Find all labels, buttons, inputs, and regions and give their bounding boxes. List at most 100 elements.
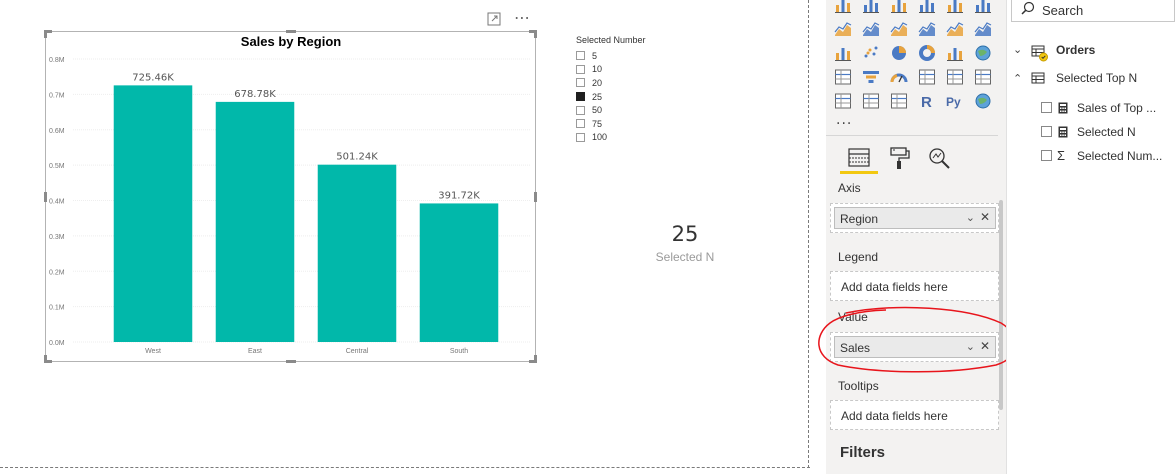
stacked-column-icon[interactable] — [862, 0, 880, 14]
resize-handle-top-right-v[interactable] — [534, 30, 537, 38]
filters-header[interactable]: Filters — [840, 444, 885, 461]
resize-handle-top-left-v[interactable] — [44, 30, 47, 38]
stacked-bar-icon[interactable] — [834, 0, 852, 14]
globe-icon[interactable] — [974, 92, 992, 110]
100-bar-icon[interactable] — [946, 0, 964, 14]
calculator-measure-icon — [1058, 126, 1068, 138]
chevron-down-icon[interactable]: ⌄ — [966, 211, 975, 224]
resize-handle-bottom-right-v[interactable] — [534, 355, 537, 363]
slicer-checkbox[interactable] — [576, 132, 585, 142]
canvas-border-right — [808, 0, 809, 468]
line-column-icon[interactable] — [918, 20, 936, 38]
slicer-item[interactable]: 10 — [576, 63, 646, 77]
gauge-icon[interactable] — [890, 68, 908, 86]
map-icon[interactable] — [974, 44, 992, 62]
table-name: Selected Top N — [1056, 71, 1138, 85]
python-visual-icon[interactable]: Py — [946, 92, 964, 110]
slicer-checkbox[interactable] — [576, 92, 585, 102]
chart-title: Sales by Region — [241, 34, 341, 49]
format-paint-roller-icon[interactable] — [886, 145, 912, 171]
field-checkbox[interactable] — [1041, 102, 1052, 113]
stacked-area-icon[interactable] — [890, 20, 908, 38]
active-tab-indicator — [840, 171, 878, 174]
r-visual-icon[interactable]: R — [918, 92, 936, 110]
resize-handle-top[interactable] — [286, 30, 296, 33]
slicer-item[interactable]: 25 — [576, 90, 646, 104]
more-options-icon[interactable]: ⋯ — [514, 8, 530, 27]
slicer-icon[interactable] — [834, 92, 852, 110]
sigma-sum-icon: Σ — [1057, 148, 1066, 163]
multirow-card-icon[interactable] — [946, 68, 964, 86]
resize-handle-left[interactable] — [44, 192, 47, 202]
scatter-icon[interactable] — [862, 44, 880, 62]
line-chart-icon[interactable] — [834, 20, 852, 38]
chevron-collapse-icon[interactable]: ⌄ — [1013, 43, 1022, 56]
bar-west[interactable] — [113, 85, 193, 342]
line-clustered-icon[interactable] — [946, 20, 964, 38]
slicer-item[interactable]: 75 — [576, 117, 646, 131]
search-placeholder: Search — [1042, 3, 1084, 18]
table-orders[interactable]: ⌄ Orders — [1011, 43, 1171, 62]
more-visuals-button[interactable]: ... — [836, 112, 852, 128]
table-selected-top-n[interactable]: ⌃ Selected Top N — [1011, 71, 1171, 89]
slicer-item-label: 50 — [592, 105, 603, 116]
field-checkbox[interactable] — [1041, 150, 1052, 161]
bar-central[interactable] — [317, 164, 397, 342]
focus-mode-icon[interactable] — [487, 12, 501, 26]
tooltips-placeholder: Add data fields here — [841, 409, 948, 423]
funnel-icon[interactable] — [862, 68, 880, 86]
slicer-checkbox[interactable] — [576, 119, 585, 129]
selected-n-card[interactable]: 25 Selected N — [640, 222, 730, 264]
table-icon[interactable] — [862, 92, 880, 110]
search-input[interactable]: Search — [1011, 0, 1175, 22]
field-selected-n[interactable]: Selected N — [1041, 125, 1175, 141]
x-tick-label: West — [145, 348, 161, 355]
slicer-item[interactable]: 100 — [576, 131, 646, 145]
analytics-magnifier-icon[interactable] — [926, 145, 952, 171]
slicer-checkbox[interactable] — [576, 105, 585, 115]
field-selected-number[interactable]: Σ Selected Num... — [1041, 148, 1175, 165]
100-column-icon[interactable] — [974, 0, 992, 14]
treemap-icon[interactable] — [946, 44, 964, 62]
field-name: Sales of Top ... — [1077, 101, 1157, 115]
y-tick-label: 0.1M — [49, 305, 65, 312]
area-chart-icon[interactable] — [862, 20, 880, 38]
tooltips-well[interactable]: Add data fields here — [830, 400, 999, 430]
bar-south[interactable] — [419, 203, 499, 342]
chevron-expand-icon[interactable]: ⌃ — [1013, 72, 1022, 85]
slicer-item[interactable]: 5 — [576, 49, 646, 63]
legend-well-label: Legend — [838, 250, 879, 264]
slicer-checkbox[interactable] — [576, 78, 585, 88]
matrix-icon[interactable] — [890, 92, 908, 110]
ribbon-chart-icon[interactable] — [974, 20, 992, 38]
donut-icon[interactable] — [918, 44, 936, 62]
filled-map-icon[interactable] — [834, 68, 852, 86]
legend-well[interactable]: Add data fields here — [830, 271, 999, 301]
slicer-item[interactable]: 50 — [576, 103, 646, 117]
resize-handle-right[interactable] — [534, 192, 537, 202]
slicer-item[interactable]: 20 — [576, 76, 646, 90]
clustered-column-icon[interactable] — [918, 0, 936, 14]
table-icon — [1031, 72, 1045, 84]
bars — [113, 85, 499, 342]
selected-number-slicer[interactable]: Selected Number 5 10 20 25 50 75 100 — [576, 35, 646, 144]
field-sales-of-top[interactable]: Sales of Top ... — [1041, 101, 1175, 117]
axis-well[interactable]: Region ⌄ ✕ — [830, 203, 999, 233]
resize-handle-bottom-left-v[interactable] — [44, 355, 47, 363]
pie-icon[interactable] — [890, 44, 908, 62]
field-checkbox[interactable] — [1041, 126, 1052, 137]
y-tick-label: 0.7M — [49, 92, 65, 99]
fields-icon[interactable] — [846, 145, 872, 171]
clustered-bar-icon[interactable] — [890, 0, 908, 14]
close-icon[interactable]: ✕ — [980, 210, 990, 224]
kpi-icon[interactable] — [974, 68, 992, 86]
slicer-checkbox[interactable] — [576, 51, 585, 61]
resize-handle-bottom[interactable] — [286, 360, 296, 363]
bar-east[interactable] — [215, 101, 295, 342]
axis-field-pill[interactable]: Region ⌄ ✕ — [834, 207, 996, 229]
slicer-checkbox[interactable] — [576, 64, 585, 74]
bar-chart-visual[interactable]: 0.0M 0.1M 0.2M 0.3M 0.4M 0.5M 0.6M 0.7M 0.8M 725… — [45, 31, 536, 362]
card-icon[interactable] — [918, 68, 936, 86]
waterfall-icon[interactable] — [834, 44, 852, 62]
svg-text:R: R — [921, 94, 932, 110]
